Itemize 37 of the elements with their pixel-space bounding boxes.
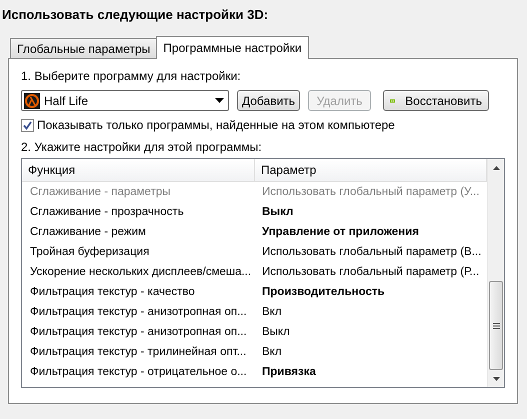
table-cell-text: Фильтрация текстур - отрицательное о... bbox=[29, 366, 248, 378]
section-heading: Использовать следующие настройки 3D: bbox=[1, 6, 270, 24]
table-cell-text: Фильтрация текстур - анизотропная оп... bbox=[29, 326, 248, 338]
scroll-up-icon[interactable] bbox=[492, 166, 500, 170]
action-button[interactable]: Добавить bbox=[237, 90, 300, 111]
table-cell-text: Тройная буферизация bbox=[29, 246, 150, 258]
table-cell-text: Управление от приложения bbox=[261, 226, 420, 238]
step-label: 1. Выберите программу для настройки: bbox=[21, 69, 242, 85]
table-cell-text: Использовать глобальный параметр (У... bbox=[261, 186, 480, 198]
scroll-down-icon[interactable] bbox=[492, 376, 500, 380]
table-cell-text: Сглаживание - режим bbox=[29, 226, 147, 238]
table-cell-text: Вкл bbox=[261, 346, 283, 358]
table-cell-text: Привязка bbox=[261, 366, 317, 378]
table-cell-text: Выкл bbox=[261, 326, 291, 338]
table-cell-text: Выкл bbox=[261, 206, 294, 218]
scroll-thumb[interactable] bbox=[489, 281, 503, 370]
dropdown-arrow-icon bbox=[215, 98, 224, 103]
scrollbar[interactable] bbox=[487, 159, 504, 387]
lambda-icon bbox=[24, 92, 40, 108]
table-cell-text: Сглаживание - параметры bbox=[29, 186, 172, 198]
step-label: 2. Укажите настройки для этой программы: bbox=[21, 140, 263, 156]
table-cell-text: Вкл bbox=[261, 306, 283, 318]
table-cell-text: Фильтрация текстур - анизотропная оп... bbox=[29, 306, 248, 318]
table-cell-text: Фильтрация текстур - качество bbox=[29, 286, 196, 298]
tab[interactable]: Глобальные параметры bbox=[10, 38, 158, 58]
action-button[interactable]: Восстановить bbox=[383, 90, 489, 111]
column-header[interactable]: Функция bbox=[22, 159, 255, 181]
table-cell-text: Использовать глобальный параметр (В... bbox=[261, 246, 482, 258]
table-cell-text: Ускорение нескольких дисплеев/смеша... bbox=[29, 266, 252, 278]
table-cell-text: Использовать глобальный параметр (Р... bbox=[261, 266, 480, 278]
table-cell-text: Сглаживание - прозрачность bbox=[29, 206, 185, 218]
tab[interactable]: Программные настройки bbox=[156, 36, 309, 59]
table-cell-text: Фильтрация текстур - трилинейная опт... bbox=[29, 346, 248, 358]
table-cell-text: Производительность bbox=[261, 286, 386, 298]
checkbox[interactable] bbox=[21, 118, 34, 132]
checkbox-label: Показывать только программы, найденные на этом компьютере bbox=[37, 118, 395, 132]
program-dropdown[interactable]: Half Life bbox=[21, 90, 229, 111]
